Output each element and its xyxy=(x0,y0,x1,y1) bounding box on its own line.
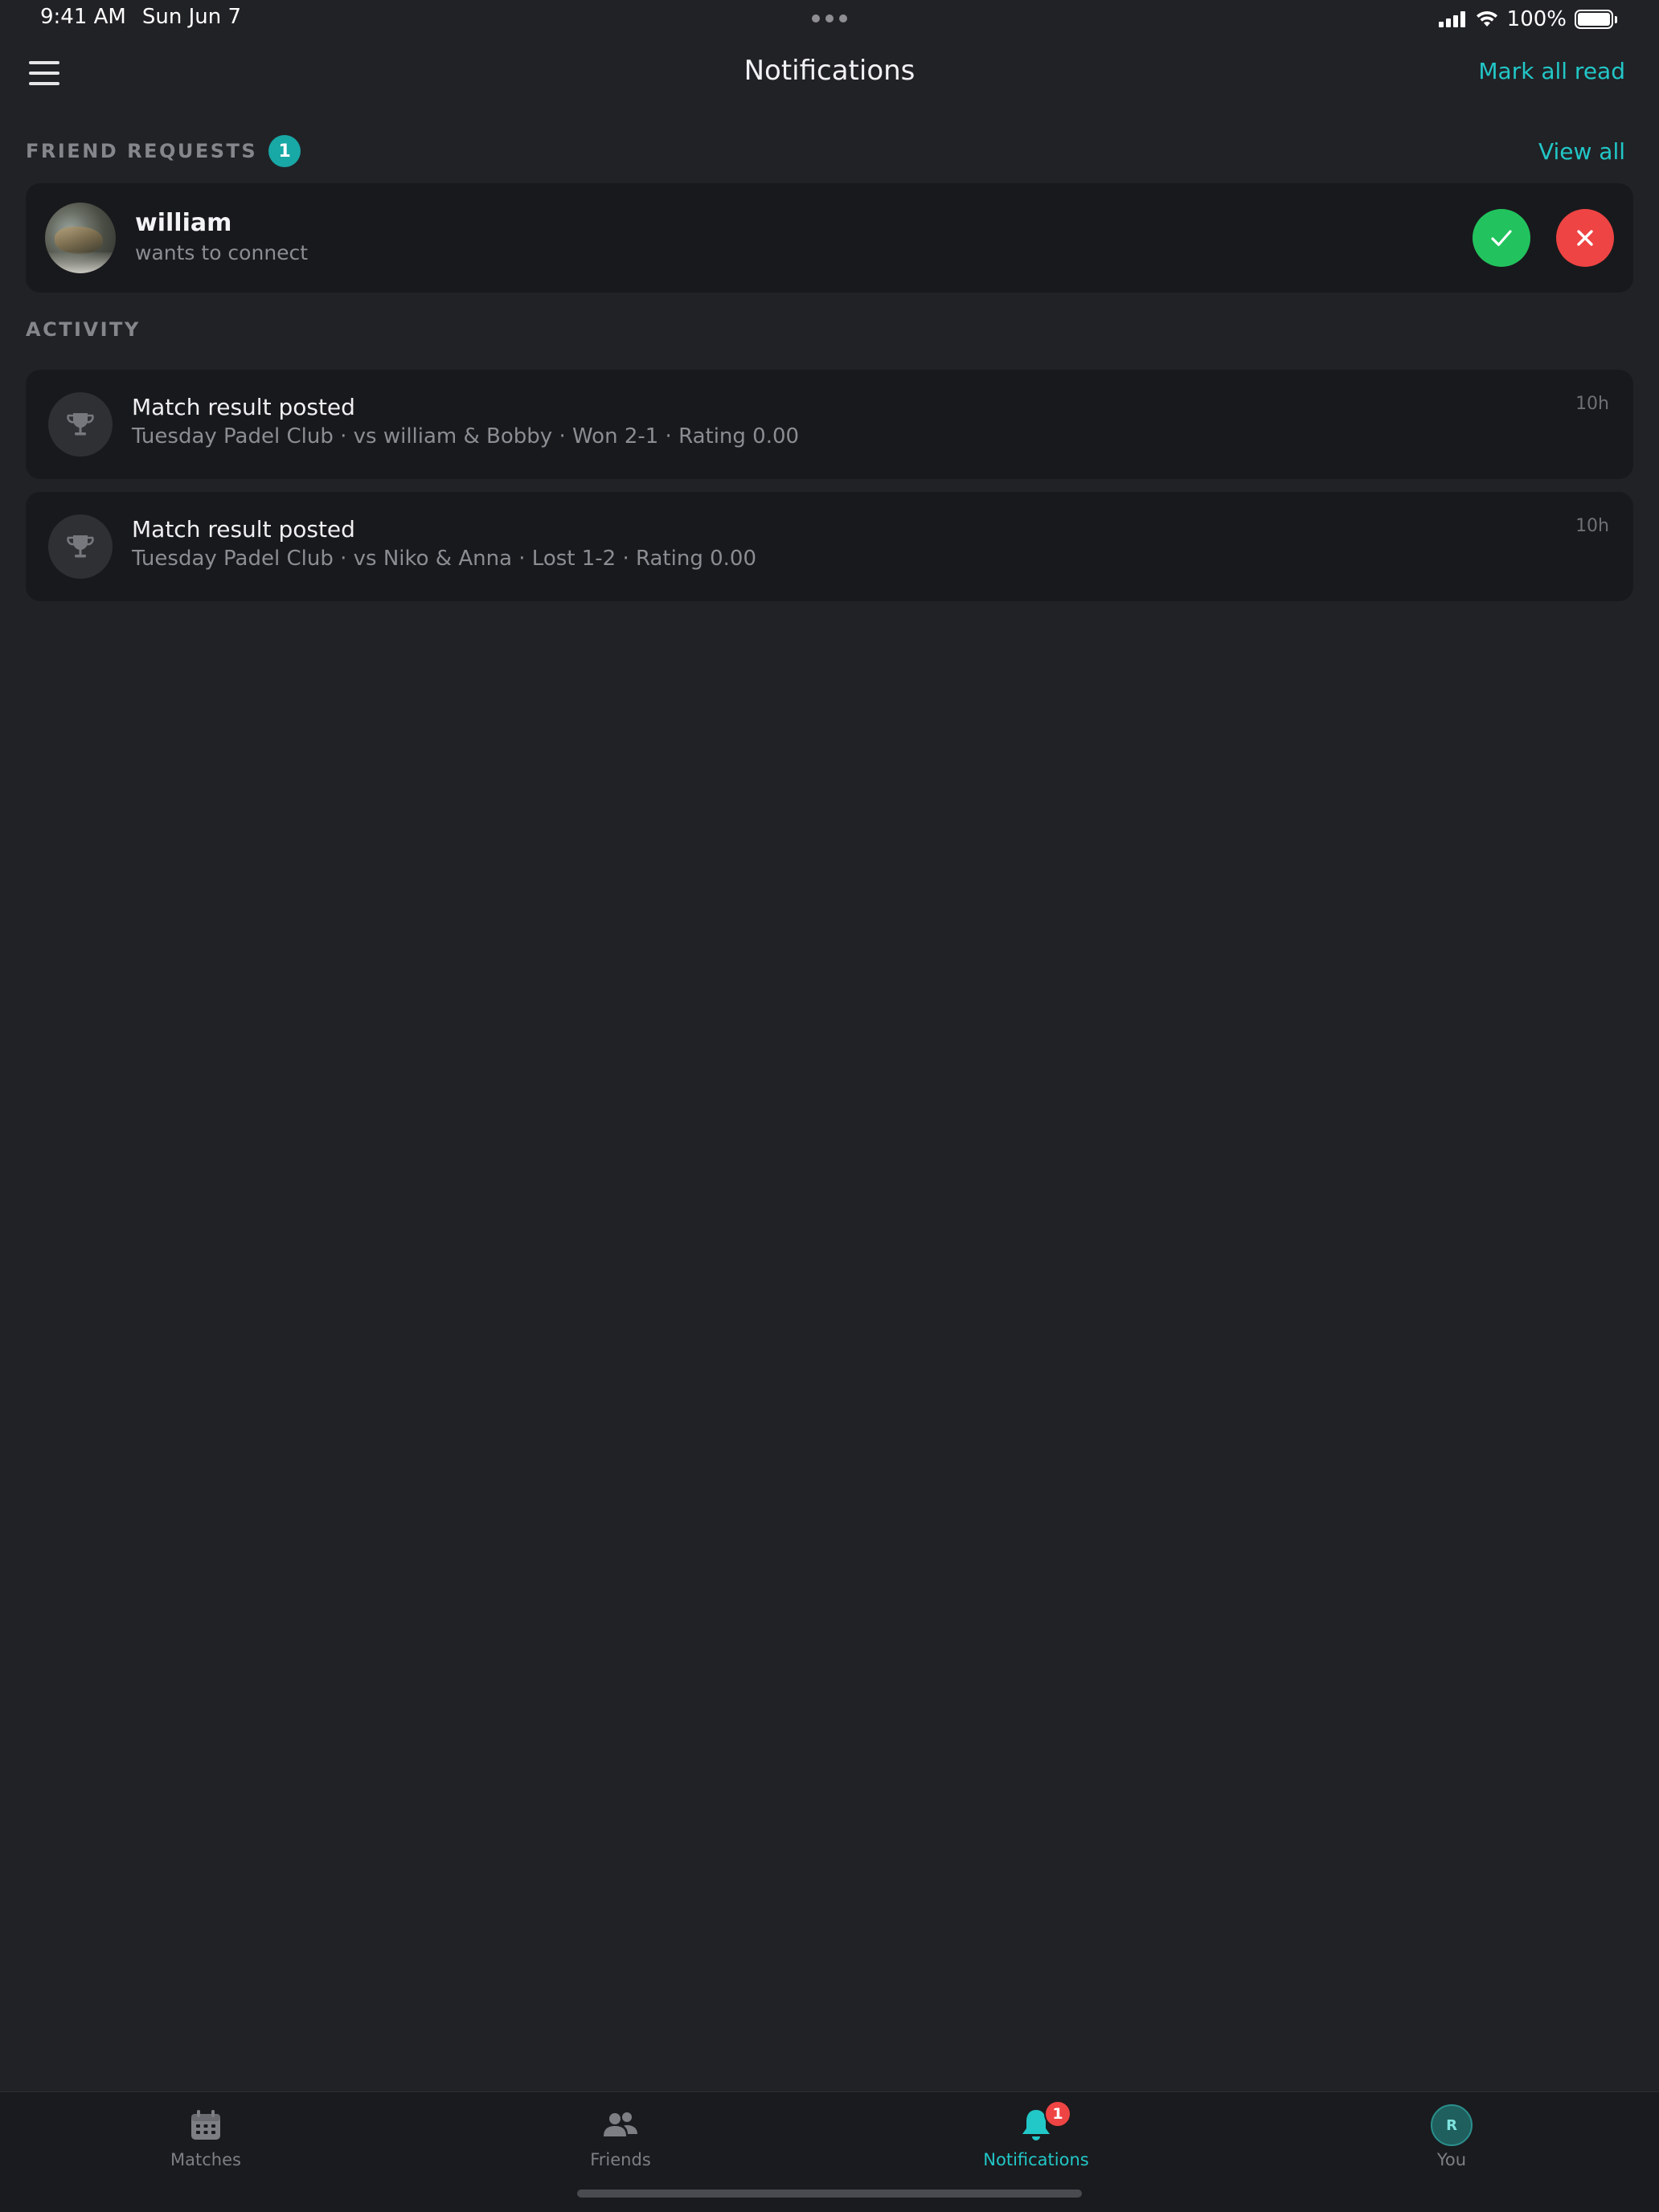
friend-requests-header: FRIEND REQUESTS 1 View all xyxy=(26,135,1625,167)
friend-requests-count-badge: 1 xyxy=(268,135,301,167)
tab-label: Friends xyxy=(590,2150,651,2169)
activity-item-title: Match result posted xyxy=(132,516,355,543)
activity-item[interactable]: Match result posted Tuesday Padel Club ·… xyxy=(26,492,1633,601)
activity-item-detail: Tuesday Padel Club · vs william & Bobby … xyxy=(132,424,800,449)
battery-percent: 100% xyxy=(1506,7,1567,31)
tab-notifications[interactable]: 1 Notifications xyxy=(916,2100,1157,2184)
calendar-icon xyxy=(191,2110,220,2140)
activity-item-detail: Tuesday Padel Club · vs Niko & Anna · Lo… xyxy=(132,547,756,571)
people-icon xyxy=(604,2112,637,2136)
status-date: Sun Jun 7 xyxy=(141,5,242,29)
trophy-icon xyxy=(48,392,113,457)
mark-all-read-button[interactable]: Mark all read xyxy=(1478,58,1625,84)
avatar: R xyxy=(1431,2104,1473,2146)
friend-request-card[interactable]: william wants to connect xyxy=(26,183,1633,293)
close-icon xyxy=(1577,230,1593,246)
status-bar: 9:41 AM Sun Jun 7 100% xyxy=(0,0,1659,37)
cellular-signal-icon xyxy=(1438,11,1465,27)
status-indicators: 100% xyxy=(1438,5,1617,34)
accept-request-button[interactable] xyxy=(1473,209,1530,267)
home-indicator[interactable] xyxy=(577,2189,1082,2198)
page-title: Notifications xyxy=(743,55,916,87)
friend-requests-title: FRIEND REQUESTS xyxy=(26,140,258,162)
activity-item[interactable]: Match result posted Tuesday Padel Club ·… xyxy=(26,370,1633,479)
view-all-button[interactable]: View all xyxy=(1538,138,1625,165)
status-time: 9:41 AM xyxy=(40,5,126,29)
wifi-icon xyxy=(1476,11,1497,27)
activity-item-title: Match result posted xyxy=(132,394,355,420)
tab-you[interactable]: R You xyxy=(1331,2103,1572,2184)
activity-title: ACTIVITY xyxy=(26,318,141,341)
tab-label: You xyxy=(1436,2150,1467,2169)
notifications-badge: 1 xyxy=(1044,2100,1071,2128)
activity-item-time: 10h xyxy=(1575,516,1609,536)
navigation-bar: Notifications Mark all read xyxy=(0,42,1659,106)
tab-label: Matches xyxy=(170,2150,241,2169)
friend-request-subtitle: wants to connect xyxy=(135,241,309,264)
battery-icon xyxy=(1575,10,1617,29)
activity-item-time: 10h xyxy=(1575,394,1609,414)
multitasking-dots-icon[interactable] xyxy=(812,14,847,24)
avatar[interactable] xyxy=(45,203,116,273)
tab-friends[interactable]: Friends xyxy=(500,2103,741,2184)
trophy-icon xyxy=(48,514,113,579)
tab-label: Notifications xyxy=(983,2150,1089,2169)
activity-header: ACTIVITY xyxy=(26,313,1625,346)
tab-matches[interactable]: Matches xyxy=(85,2103,326,2184)
status-time-date: 9:41 AM Sun Jun 7 xyxy=(40,5,241,29)
checkmark-icon xyxy=(1491,230,1512,247)
friend-request-name: william xyxy=(135,209,232,237)
decline-request-button[interactable] xyxy=(1556,209,1614,267)
